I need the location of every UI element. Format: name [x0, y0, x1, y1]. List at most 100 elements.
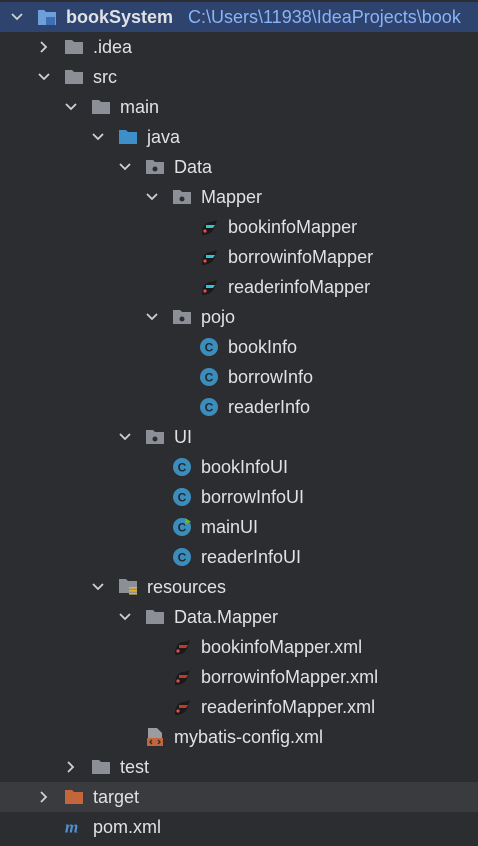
tree-node-label: java — [147, 127, 181, 147]
tree-node-data[interactable]: Data — [0, 152, 478, 182]
tree-node-readerInfoUI[interactable]: C readerInfoUI — [0, 542, 478, 572]
excluded-folder-icon — [64, 787, 84, 807]
chevron-down-icon[interactable] — [11, 2, 23, 32]
class-icon: C — [172, 547, 192, 567]
tree-node-ui[interactable]: UI — [0, 422, 478, 452]
mybatis-interface-icon — [199, 277, 219, 297]
maven-icon: m — [64, 817, 84, 837]
svg-text:C: C — [178, 461, 187, 475]
tree-node-label: Data — [174, 157, 213, 177]
tree-node-src[interactable]: src — [0, 62, 478, 92]
chevron-down-icon[interactable] — [119, 422, 131, 452]
tree-node-readerInfo[interactable]: C readerInfo — [0, 392, 478, 422]
tree-node-label: mybatis-config.xml — [174, 727, 324, 747]
tree-node-borrowInfo[interactable]: C borrowInfo — [0, 362, 478, 392]
svg-text:m: m — [65, 817, 78, 836]
tree-node-mainUI[interactable]: C mainUI — [0, 512, 478, 542]
chevron-right-icon[interactable] — [38, 782, 50, 812]
chevron-down-icon[interactable] — [146, 302, 158, 332]
chevron-down-icon[interactable] — [119, 152, 131, 182]
class-icon: C — [172, 457, 192, 477]
xml-file-icon — [145, 727, 165, 747]
tree-node-label: UI — [174, 427, 192, 447]
tree-node-label: main — [120, 97, 160, 117]
resources-folder-icon — [118, 577, 138, 597]
mybatis-interface-icon — [199, 247, 219, 267]
class-icon: C — [199, 397, 219, 417]
tree-node-label: .idea — [93, 37, 133, 57]
chevron-down-icon[interactable] — [65, 92, 77, 122]
class-icon: C — [199, 337, 219, 357]
tree-node-project-root[interactable]: bookSystem C:\Users\11938\IdeaProjects\b… — [0, 2, 478, 32]
chevron-down-icon[interactable] — [119, 602, 131, 632]
package-icon — [172, 307, 192, 327]
tree-node-bookinfoMapper-xml[interactable]: bookinfoMapper.xml — [0, 632, 478, 662]
mybatis-interface-icon — [199, 217, 219, 237]
tree-node-label: borrowInfo — [228, 367, 314, 387]
tree-node-bookInfoUI[interactable]: C bookInfoUI — [0, 452, 478, 482]
tree-node-label: Data.Mapper — [174, 607, 279, 627]
svg-text:C: C — [205, 341, 214, 355]
tree-node-label: readerinfoMapper.xml — [201, 697, 376, 717]
tree-node-label: src — [93, 67, 117, 87]
tree-node-label: borrowInfoUI — [201, 487, 305, 507]
class-icon: C — [172, 487, 192, 507]
tree-node-readerinfoMapper-xml[interactable]: readerinfoMapper.xml — [0, 692, 478, 722]
folder-icon — [64, 67, 84, 87]
tree-node-bookinfoMapper[interactable]: bookinfoMapper — [0, 212, 478, 242]
tree-node-label: bookinfoMapper.xml — [201, 637, 363, 657]
project-tree: bookSystem C:\Users\11938\IdeaProjects\b… — [0, 0, 478, 846]
chevron-right-icon[interactable] — [38, 32, 50, 62]
mybatis-xml-icon — [172, 637, 192, 657]
tree-node-readerinfoMapper[interactable]: readerinfoMapper — [0, 272, 478, 302]
tree-node-label: borrowinfoMapper.xml — [201, 667, 379, 687]
tree-node-label: readerInfoUI — [201, 547, 302, 567]
tree-node-label: test — [120, 757, 150, 777]
chevron-down-icon[interactable] — [38, 62, 50, 92]
mybatis-xml-icon — [172, 667, 192, 687]
tree-node-target[interactable]: target — [0, 782, 478, 812]
tree-node-test[interactable]: test — [0, 752, 478, 782]
tree-node-label: pom.xml — [93, 817, 162, 837]
tree-node-idea[interactable]: .idea — [0, 32, 478, 62]
chevron-down-icon[interactable] — [146, 182, 158, 212]
chevron-down-icon[interactable] — [92, 572, 104, 602]
folder-icon — [91, 97, 111, 117]
tree-node-pom[interactable]: m pom.xml — [0, 812, 478, 842]
folder-icon — [91, 757, 111, 777]
tree-node-borrowinfoMapper[interactable]: borrowinfoMapper — [0, 242, 478, 272]
project-path: C:\Users\11938\IdeaProjects\book — [188, 7, 461, 27]
tree-node-label: Mapper — [201, 187, 263, 207]
folder-icon — [145, 607, 165, 627]
tree-node-label: bookInfo — [228, 337, 298, 357]
tree-node-label: bookInfoUI — [201, 457, 289, 477]
mybatis-xml-icon — [172, 697, 192, 717]
tree-node-bookInfo[interactable]: C bookInfo — [0, 332, 478, 362]
tree-node-label: resources — [147, 577, 227, 597]
package-icon — [145, 427, 165, 447]
package-icon — [145, 157, 165, 177]
svg-text:C: C — [205, 401, 214, 415]
tree-node-main[interactable]: main — [0, 92, 478, 122]
tree-node-java[interactable]: java — [0, 122, 478, 152]
tree-node-resources[interactable]: resources — [0, 572, 478, 602]
tree-node-label: mainUI — [201, 517, 259, 537]
tree-node-data-mapper[interactable]: Data.Mapper — [0, 602, 478, 632]
project-folder-icon — [37, 7, 57, 27]
tree-node-label: target — [93, 787, 140, 807]
tree-node-borrowinfoMapper-xml[interactable]: borrowinfoMapper.xml — [0, 662, 478, 692]
svg-text:C: C — [178, 491, 187, 505]
chevron-right-icon[interactable] — [65, 752, 77, 782]
tree-node-label: borrowinfoMapper — [228, 247, 374, 267]
chevron-down-icon[interactable] — [92, 122, 104, 152]
tree-node-mybatis-config[interactable]: mybatis-config.xml — [0, 722, 478, 752]
tree-node-borrowInfoUI[interactable]: C borrowInfoUI — [0, 482, 478, 512]
tree-node-label: pojo — [201, 307, 236, 327]
source-folder-icon — [118, 127, 138, 147]
project-name: bookSystem — [66, 7, 174, 27]
tree-node-label: bookinfoMapper — [228, 217, 358, 237]
tree-node-mapper[interactable]: Mapper — [0, 182, 478, 212]
tree-node-pojo[interactable]: pojo — [0, 302, 478, 332]
tree-node-label: readerInfo — [228, 397, 311, 417]
svg-text:C: C — [178, 551, 187, 565]
